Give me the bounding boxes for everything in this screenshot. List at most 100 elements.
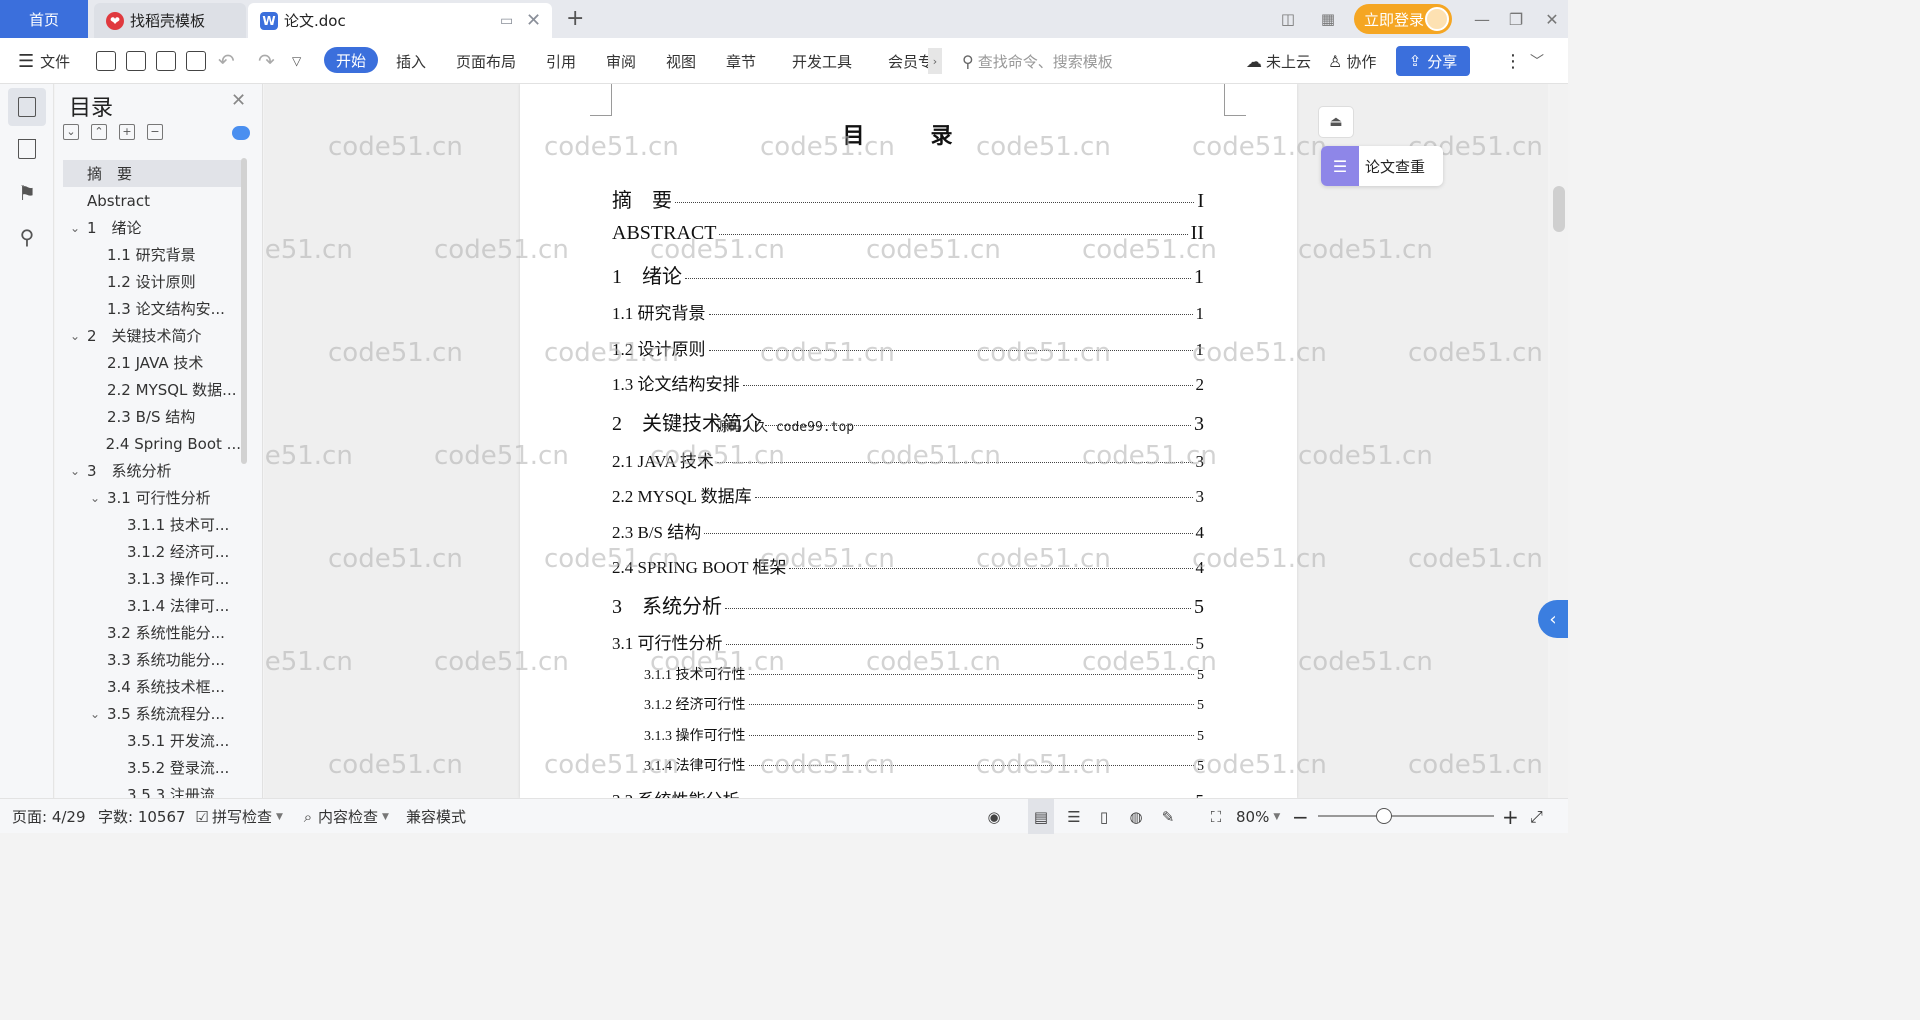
restore-icon[interactable]: ❐ — [1502, 6, 1530, 32]
outline-item[interactable]: 摘 要 — [63, 160, 241, 187]
toc-entry[interactable]: 3.2 系统性能分析 5 — [612, 786, 1204, 798]
outline-item[interactable]: 1.2 设计原则 — [63, 268, 241, 295]
outline-panel-button[interactable] — [8, 88, 46, 126]
page-view-button[interactable]: ▤ — [1028, 799, 1054, 834]
outline-item[interactable]: 3.3 系统功能分... — [63, 646, 241, 673]
toc-entry[interactable]: 1.1 研究背景 1 — [612, 299, 1204, 324]
find-button[interactable]: ⚲ — [8, 218, 46, 256]
monitor-icon[interactable]: ▭ — [500, 13, 513, 29]
login-button[interactable]: 立即登录 — [1354, 4, 1452, 34]
zoom-in-button[interactable]: + — [1502, 799, 1519, 834]
redo-button[interactable]: ↷ — [258, 38, 275, 84]
collaborate-button[interactable]: ♙ 协作 — [1328, 38, 1376, 84]
toc-entry[interactable]: 2.2 MYSQL 数据库 3 — [612, 482, 1204, 507]
outline-item[interactable]: 3.1.4 法律可... — [63, 592, 241, 619]
zoom-slider-handle[interactable] — [1376, 808, 1392, 824]
outline-item[interactable]: ⌄ 3 系统分析 — [63, 457, 241, 484]
outline-item[interactable]: 2.1 JAVA 技术 — [63, 349, 241, 376]
chevron-down-icon[interactable]: ⌄ — [69, 221, 81, 235]
promote-icon[interactable]: + — [119, 124, 135, 140]
chevron-down-icon[interactable]: ⌄ — [89, 707, 101, 721]
print-preview-button[interactable] — [186, 38, 206, 84]
outline-item[interactable]: Abstract — [63, 187, 241, 214]
expand-side-panel-button[interactable]: ‹ — [1538, 600, 1568, 638]
chevron-down-icon[interactable]: ⌄ — [89, 491, 101, 505]
outline-item[interactable]: 3.2 系统性能分... — [63, 619, 241, 646]
print-button[interactable] — [156, 38, 176, 84]
outline-item[interactable]: 3.4 系统技术框... — [63, 673, 241, 700]
tab-references[interactable]: 引用 — [546, 38, 576, 84]
new-tab-icon[interactable]: + — [566, 6, 584, 31]
outline-sync-toggle-icon[interactable] — [232, 126, 250, 140]
toc-entry[interactable]: 2.3 B/S 结构 4 — [612, 518, 1204, 543]
reading-view-button[interactable]: ▯ — [1094, 799, 1114, 834]
page-indicator[interactable]: 页面: 4/29 — [12, 799, 86, 834]
bookmark-button[interactable]: ⚑ — [8, 174, 46, 212]
outline-view-button[interactable]: ☰ — [1064, 799, 1084, 834]
close-tab-icon[interactable]: ✕ — [526, 10, 541, 31]
tab-home-start[interactable]: 开始 — [324, 47, 379, 73]
collapse-ribbon-icon[interactable]: ﹀ — [1530, 38, 1544, 84]
tab-review[interactable]: 审阅 — [606, 38, 636, 84]
toc-entry[interactable]: 3.1.1 技术可行性 5 — [644, 664, 1204, 684]
outline-item[interactable]: ⌄ 1 绪论 — [63, 214, 241, 241]
layout-switch-icon[interactable]: ◫ — [1274, 6, 1302, 32]
outline-item[interactable]: ⌄ 3.1 可行性分析 — [63, 484, 241, 511]
tab-page-layout[interactable]: 页面布局 — [456, 38, 516, 84]
chevron-down-icon[interactable]: ⌄ — [69, 464, 81, 478]
toc-entry[interactable]: 1.2 设计原则 1 — [612, 335, 1204, 360]
outline-item[interactable]: 3.5.3 注册流... — [63, 781, 241, 798]
close-window-icon[interactable]: ✕ — [1538, 6, 1566, 32]
outline-item[interactable]: 2.2 MYSQL 数据... — [63, 376, 241, 403]
toc-entry[interactable]: 1 绪论 1 — [612, 260, 1204, 289]
toc-entry[interactable]: 2 关键技术简介 3 — [612, 407, 1204, 436]
eye-protection-button[interactable]: ◉ — [984, 799, 1004, 834]
zoom-slider[interactable] — [1318, 815, 1494, 817]
scrollbar-thumb[interactable] — [1553, 186, 1565, 232]
more-options-icon[interactable]: ⋮ — [1504, 38, 1522, 84]
home-tab[interactable]: 首页 — [0, 0, 88, 38]
template-tab[interactable]: ❤ 找稻壳模板 — [94, 3, 246, 38]
outline-item[interactable]: 1.3 论文结构安... — [63, 295, 241, 322]
content-check-button[interactable]: ⌕ 内容检查 ▼ — [298, 799, 389, 834]
toc-entry[interactable]: 3.1 可行性分析 5 — [612, 629, 1204, 654]
outline-item[interactable]: 3.1.1 技术可... — [63, 511, 241, 538]
tab-insert[interactable]: 插入 — [396, 38, 426, 84]
spell-check-button[interactable]: ☑ 拼写检查 ▼ — [192, 799, 283, 834]
toc-entry[interactable]: 2.1 JAVA 技术 3 — [612, 447, 1204, 472]
zoom-level-dropdown[interactable]: 80% ▼ — [1236, 799, 1280, 834]
document-tab[interactable]: W 论文.doc ▭ ✕ — [248, 3, 552, 38]
apps-grid-icon[interactable]: ▦ — [1314, 6, 1342, 32]
fit-page-button[interactable]: ⛶ — [1206, 799, 1226, 834]
toc-entry[interactable]: 3.1.2 经济可行性 5 — [644, 694, 1204, 714]
tab-view[interactable]: 视图 — [666, 38, 696, 84]
tab-member[interactable]: 会员专 — [888, 38, 933, 84]
zoom-out-button[interactable]: − — [1292, 799, 1309, 834]
chapter-nav-button[interactable] — [8, 130, 46, 168]
demote-icon[interactable]: − — [147, 124, 163, 140]
cloud-status-button[interactable]: ☁ 未上云 — [1246, 38, 1311, 84]
outline-item[interactable]: 2.4 Spring Boot ... — [63, 430, 241, 457]
collapse-all-icon[interactable]: ⌃ — [91, 124, 107, 140]
outline-item[interactable]: ⌄ 2 关键技术简介 — [63, 322, 241, 349]
export-button[interactable] — [126, 38, 146, 84]
outline-item[interactable]: 3.1.3 操作可... — [63, 565, 241, 592]
command-search-input[interactable]: ⚲ 查找命令、搜索模板 — [962, 46, 1202, 76]
outline-item[interactable]: 2.3 B/S 结构 — [63, 403, 241, 430]
undo-button[interactable]: ↶ — [218, 38, 235, 84]
outline-item[interactable]: 1.1 研究背景 — [63, 241, 241, 268]
outline-item[interactable]: ⌄ 3.5 系统流程分... — [63, 700, 241, 727]
share-button[interactable]: ⇪ 分享 — [1396, 46, 1470, 76]
outline-scrollbar[interactable] — [241, 158, 247, 464]
outline-item[interactable]: 3.1.2 经济可... — [63, 538, 241, 565]
toc-entry[interactable]: 3.1.3 操作可行性 5 — [644, 725, 1204, 745]
chevron-down-icon[interactable]: ⌄ — [69, 329, 81, 343]
fullscreen-button[interactable]: ⤢ — [1530, 799, 1543, 834]
paper-check-card[interactable]: ☰ 论文查重 — [1321, 146, 1443, 186]
quick-access-more-button[interactable]: ▽ — [292, 38, 301, 84]
outline-item[interactable]: 3.5.1 开发流... — [63, 727, 241, 754]
tab-developer[interactable]: 开发工具 — [792, 38, 852, 84]
minimize-icon[interactable]: — — [1468, 6, 1496, 32]
outline-item[interactable]: 3.5.2 登录流... — [63, 754, 241, 781]
save-button[interactable] — [96, 38, 116, 84]
